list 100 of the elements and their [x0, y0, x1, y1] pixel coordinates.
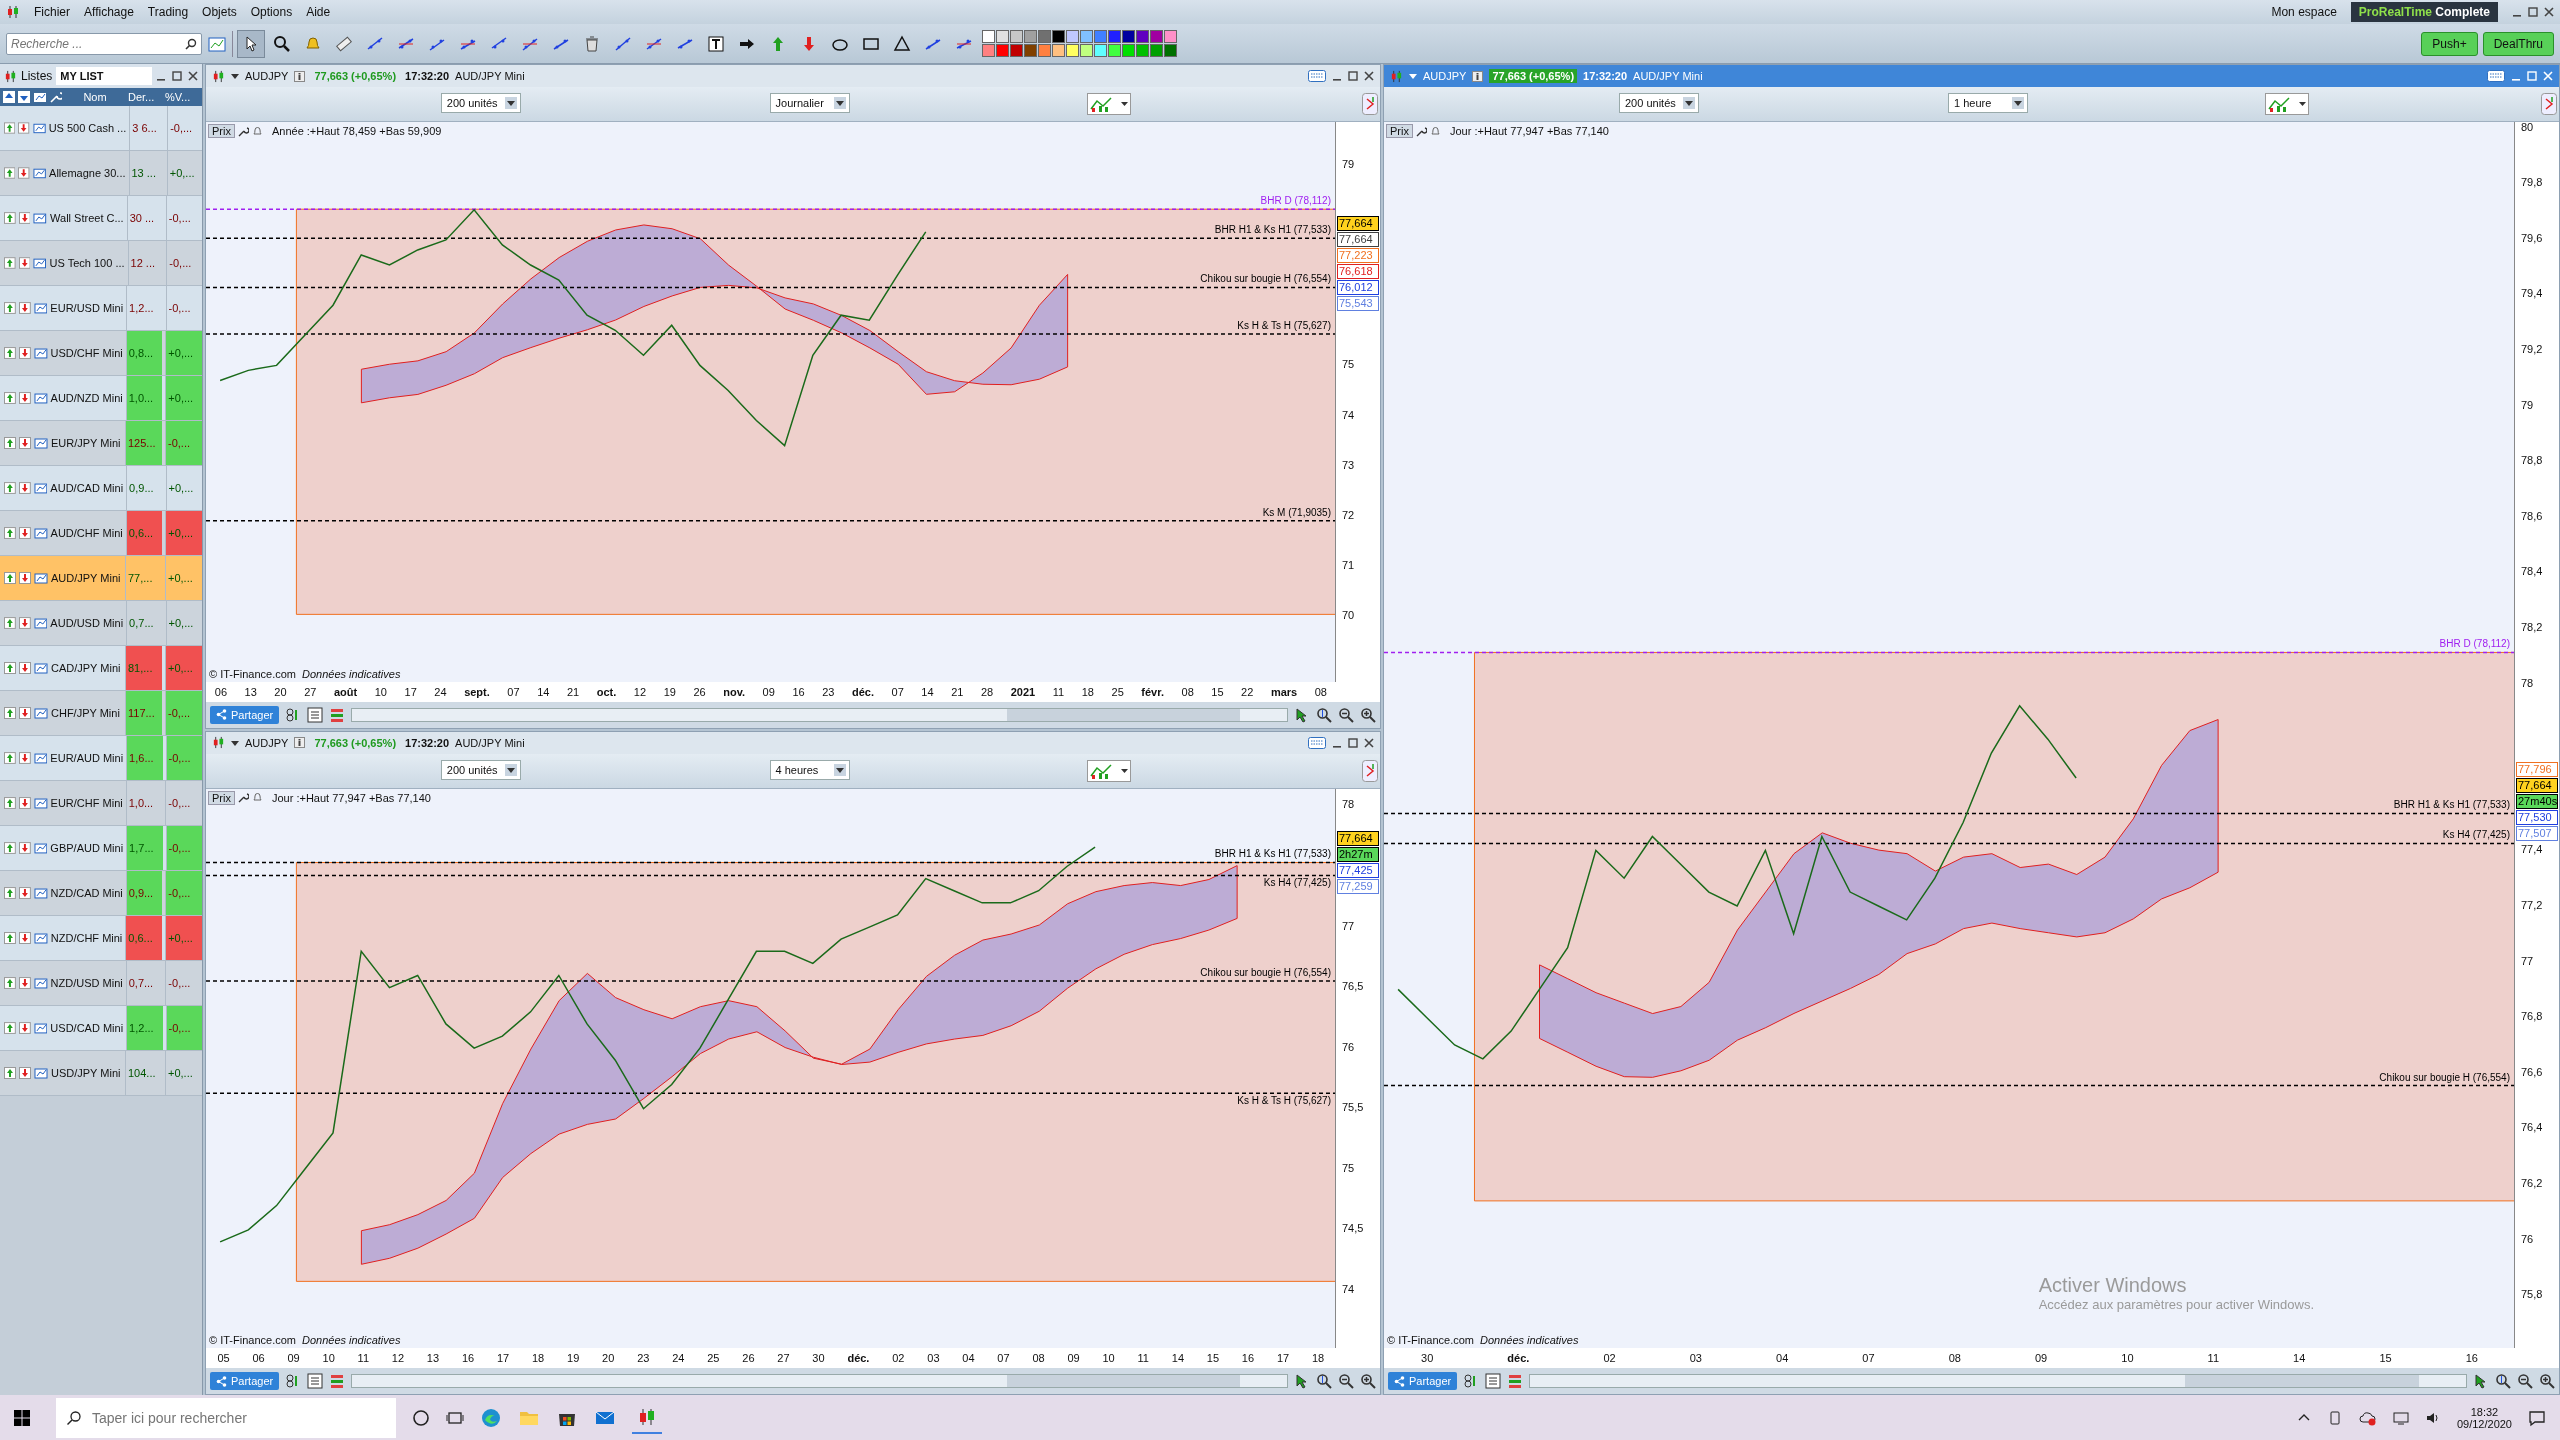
- color-swatch[interactable]: [1066, 30, 1079, 43]
- keyboard-icon[interactable]: [1308, 70, 1326, 82]
- keyboard-icon[interactable]: [2487, 70, 2505, 82]
- chart-icon[interactable]: [32, 122, 46, 134]
- sell-arrow-icon[interactable]: [18, 752, 31, 764]
- caret-icon[interactable]: [231, 738, 239, 747]
- color-swatch[interactable]: [1038, 30, 1051, 43]
- buy-arrow-icon[interactable]: [4, 617, 16, 629]
- buy-arrow-icon[interactable]: [4, 527, 16, 539]
- close-icon[interactable]: [188, 71, 198, 81]
- sell-arrow-icon[interactable]: [18, 617, 31, 629]
- buy-arrow-icon[interactable]: [4, 707, 16, 719]
- chart-icon[interactable]: [33, 527, 48, 539]
- price-legend-button[interactable]: Prix: [1386, 124, 1413, 138]
- sell-arrow-icon[interactable]: [18, 167, 30, 179]
- color-swatch[interactable]: [996, 30, 1009, 43]
- buy-arrow-icon[interactable]: [4, 167, 16, 179]
- list-icon[interactable]: [1485, 1373, 1502, 1389]
- buy-arrow-icon[interactable]: [4, 887, 16, 899]
- buy-arrow-icon[interactable]: [4, 212, 16, 224]
- buy-arrow-icon[interactable]: [4, 572, 16, 584]
- taskbar-search-field[interactable]: Taper ici pour rechercher: [56, 1397, 396, 1438]
- watchlist-row[interactable]: EUR/AUD Mini 1,6... -0,...: [0, 736, 202, 781]
- color-swatch[interactable]: [1052, 44, 1065, 57]
- watchlist-row[interactable]: US 500 Cash ... 3 6... -0,...: [0, 106, 202, 151]
- chart-icon[interactable]: [33, 977, 48, 989]
- sell-arrow-icon[interactable]: [19, 707, 31, 719]
- chart-icon[interactable]: [34, 437, 48, 449]
- chart-icon[interactable]: [32, 167, 47, 179]
- period-dropdown[interactable]: 4 heures: [769, 759, 850, 780]
- watchlist-row[interactable]: AUD/CAD Mini 0,9... +0,...: [0, 466, 202, 511]
- chart-icon[interactable]: [34, 707, 48, 719]
- menu-item[interactable]: Objets: [202, 5, 237, 19]
- indicator-button[interactable]: [1086, 93, 1131, 115]
- watchlist-row[interactable]: CHF/JPY Mini 117... -0,...: [0, 691, 202, 736]
- sell-arrow-icon[interactable]: [18, 302, 31, 314]
- buy-arrow-icon[interactable]: [4, 797, 16, 809]
- zoom-out-icon[interactable]: [2517, 1373, 2533, 1389]
- watchlist-row[interactable]: EUR/JPY Mini 125... -0,...: [0, 421, 202, 466]
- chart-icon[interactable]: [33, 302, 48, 314]
- bell-icon[interactable]: [251, 125, 263, 137]
- chart-icon[interactable]: [34, 662, 48, 674]
- sell-arrow-icon[interactable]: [18, 392, 31, 404]
- zoom-fit-icon[interactable]: [1316, 1373, 1332, 1389]
- chart-icon[interactable]: [33, 797, 48, 809]
- indicator-button[interactable]: [2265, 93, 2310, 115]
- sell-arrow-icon[interactable]: [19, 437, 31, 449]
- share-button[interactable]: Partager: [210, 705, 280, 724]
- buy-arrow-icon[interactable]: [4, 347, 16, 359]
- column-header[interactable]: Der...: [128, 91, 162, 103]
- panel-tab[interactable]: Listes: [21, 69, 53, 83]
- menu-item[interactable]: Affichage: [84, 5, 134, 19]
- list-icon[interactable]: [307, 1373, 324, 1389]
- watchlist-row[interactable]: AUD/JPY Mini 77,... +0,...: [0, 556, 202, 601]
- menu-item[interactable]: Aide: [306, 5, 331, 19]
- color-swatch[interactable]: [1136, 30, 1149, 43]
- caret-icon[interactable]: [231, 72, 239, 80]
- column-header[interactable]: Nom: [65, 91, 125, 103]
- color-swatch[interactable]: [1010, 44, 1023, 57]
- monitor-icon[interactable]: [2392, 1409, 2409, 1426]
- watchlist-row[interactable]: CAD/JPY Mini 81,... +0,...: [0, 646, 202, 691]
- taskbar-clock[interactable]: 18:32 09/12/2020: [2456, 1405, 2512, 1430]
- close-icon[interactable]: [1364, 71, 1374, 81]
- sell-arrow-icon[interactable]: [18, 842, 31, 854]
- watchlist-row[interactable]: USD/CAD Mini 1,2... -0,...: [0, 1006, 202, 1051]
- maximize-icon[interactable]: [172, 71, 182, 81]
- sell-arrow-icon[interactable]: [18, 1022, 31, 1034]
- zoom-in-icon[interactable]: [1360, 706, 1376, 723]
- download-icon[interactable]: [18, 91, 30, 103]
- buy-arrow-icon[interactable]: [4, 302, 16, 314]
- buy-arrow-icon[interactable]: [4, 842, 16, 854]
- chart-icon[interactable]: [33, 842, 48, 854]
- chart-icon[interactable]: [33, 617, 48, 629]
- buy-arrow-icon[interactable]: [4, 752, 16, 764]
- browser-icon[interactable]: [480, 1406, 502, 1429]
- broker-button[interactable]: Push+: [2421, 31, 2478, 56]
- workspace-link[interactable]: Mon espace: [2271, 5, 2337, 19]
- color-swatch[interactable]: [1024, 44, 1037, 57]
- watchlist-row[interactable]: NZD/USD Mini 0,7... -0,...: [0, 961, 202, 1006]
- keyboard-icon[interactable]: [1308, 736, 1326, 749]
- buy-arrow-icon[interactable]: [4, 437, 16, 449]
- zoom-fit-icon[interactable]: [1316, 706, 1332, 723]
- watchlist-row[interactable]: EUR/CHF Mini 1,0... -0,...: [0, 781, 202, 826]
- color-swatch[interactable]: [1164, 44, 1177, 57]
- symbol-label[interactable]: AUDJPY: [245, 736, 289, 749]
- watchlist-row[interactable]: NZD/CAD Mini 0,9... -0,...: [0, 871, 202, 916]
- buy-arrow-icon[interactable]: [4, 977, 16, 989]
- sell-arrow-icon[interactable]: [18, 212, 31, 224]
- close-icon[interactable]: [2544, 7, 2554, 17]
- chart-icon[interactable]: [33, 482, 48, 494]
- menu-item[interactable]: Trading: [147, 5, 189, 19]
- list-name-field[interactable]: MY LIST: [56, 67, 152, 85]
- symbol-label[interactable]: AUDJPY: [245, 70, 289, 82]
- scrollbar[interactable]: [1529, 1374, 2467, 1388]
- sell-arrow-icon[interactable]: [19, 1067, 31, 1079]
- watchlist-row[interactable]: Wall Street C... 30 ... -0,...: [0, 196, 202, 241]
- broker-button[interactable]: DealThru: [2482, 31, 2554, 56]
- chart-icon[interactable]: [34, 572, 48, 584]
- color-swatch[interactable]: [996, 44, 1009, 57]
- buy-arrow-icon[interactable]: [4, 392, 16, 404]
